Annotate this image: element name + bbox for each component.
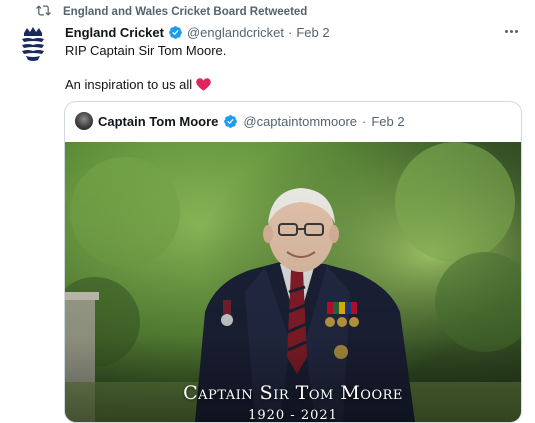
image-caption-title: Captain Sir Tom Moore: [65, 382, 521, 404]
retweet-label[interactable]: England and Wales Cricket Board Retweete…: [63, 6, 307, 18]
quoted-tweet-card[interactable]: Captain Tom Moore @captaintommoore · Feb…: [64, 101, 522, 423]
tweet-text-line-1: RIP Captain Sir Tom Moore.: [65, 43, 227, 58]
author-name[interactable]: England Cricket: [65, 25, 164, 40]
tweet-header: England Cricket @englandcricket · Feb 2: [65, 23, 330, 41]
retweet-context[interactable]: England and Wales Cricket Board Retweete…: [36, 2, 307, 22]
tweet-text-line-2: An inspiration to us all: [65, 76, 515, 95]
ecb-crest-icon[interactable]: [10, 22, 56, 68]
image-caption-title-text: Captain Sir Tom Moore: [183, 382, 403, 404]
retweet-icon: [36, 3, 51, 21]
verified-badge-icon: [168, 25, 183, 40]
quoted-author-handle[interactable]: @captaintommoore: [243, 114, 357, 129]
quoted-author-avatar[interactable]: [75, 112, 93, 130]
tweet-text-line-2-text: An inspiration to us all: [65, 77, 193, 92]
quoted-tweet-header: Captain Tom Moore @captaintommoore · Feb…: [75, 111, 405, 131]
tweet-body: RIP Captain Sir Tom Moore. An inspiratio…: [65, 42, 515, 95]
separator-dot: ·: [288, 24, 293, 40]
more-options-icon[interactable]: [501, 23, 521, 39]
tweet-date[interactable]: Feb 2: [296, 25, 329, 40]
quoted-tweet-date[interactable]: Feb 2: [371, 114, 404, 129]
image-caption-years: 1920 - 2021: [248, 408, 338, 422]
quoted-tweet-image[interactable]: Captain Sir Tom Moore 1920 - 2021: [65, 142, 521, 422]
separator-dot: ·: [362, 113, 367, 129]
quoted-author-name[interactable]: Captain Tom Moore: [98, 114, 218, 129]
author-handle[interactable]: @englandcricket: [187, 25, 284, 40]
verified-badge-icon: [223, 114, 238, 129]
heart-emoji-icon: [196, 77, 211, 95]
